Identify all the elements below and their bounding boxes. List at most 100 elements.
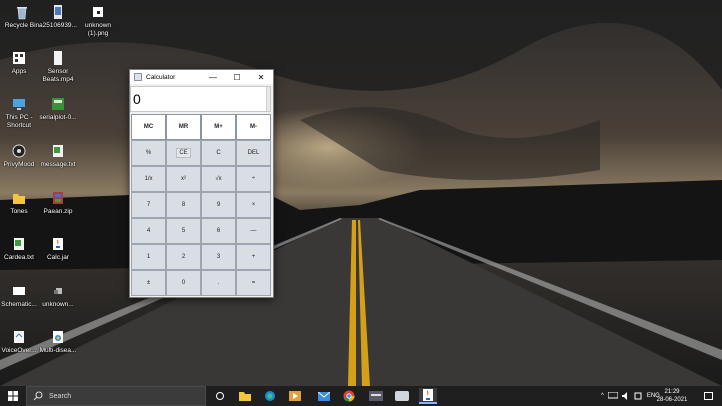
zip-file-icon xyxy=(50,190,66,206)
java-calculator-icon[interactable] xyxy=(419,388,437,404)
voiceover-file-icon xyxy=(11,329,27,345)
key-button[interactable]: . xyxy=(201,270,236,296)
key-button[interactable]: C xyxy=(201,140,236,166)
show-hidden-icons-chevron-icon[interactable]: ^ xyxy=(601,393,604,399)
notifications-icon[interactable] xyxy=(700,386,716,406)
key-label: 1/x xyxy=(144,176,153,182)
task-view-icon[interactable] xyxy=(211,388,229,404)
key-label: ÷ xyxy=(251,176,256,182)
calculator-app-icon xyxy=(134,73,142,81)
key-button[interactable]: x² xyxy=(166,166,201,192)
desktop-wallpaper xyxy=(0,0,722,386)
taskbar-search-box[interactable]: Search xyxy=(26,386,206,406)
tones-folder-icon xyxy=(11,190,27,206)
key-button[interactable]: √x xyxy=(201,166,236,192)
key-label: 1 xyxy=(146,254,151,260)
desktop-icon-multi-disease[interactable]: Multi-disea... xyxy=(36,329,80,355)
key-button[interactable]: ± xyxy=(131,270,166,296)
key-button[interactable]: M- xyxy=(236,114,271,140)
key-label: x² xyxy=(181,176,186,182)
desktop-icon-png-file[interactable]: unknown (1).png xyxy=(76,4,120,38)
text-file-icon xyxy=(50,143,66,159)
key-label: 2 xyxy=(181,254,186,260)
this-pc-icon xyxy=(11,96,27,112)
key-button[interactable]: MR xyxy=(166,114,201,140)
keypad: MC MR M+ M-% CE C DEL 1/x x² √x ÷ 7 8 9 × 4 5 6 — 1 2 3 + ±0. = xyxy=(131,114,273,296)
key-label: ± xyxy=(146,280,151,286)
desktop-icon-video-file[interactable]: Sensor Beats.mp4 xyxy=(36,50,80,84)
minimize-button[interactable]: — xyxy=(201,70,225,84)
key-button[interactable]: 4 xyxy=(131,218,166,244)
key-label: — xyxy=(250,228,257,234)
display-scrollbar[interactable] xyxy=(266,87,270,111)
key-label: 3 xyxy=(216,254,221,260)
key-button[interactable]: 8 xyxy=(166,192,201,218)
key-button[interactable]: CE xyxy=(166,140,201,166)
desktop-icon-schematic[interactable]: Schematic... xyxy=(0,283,41,309)
key-label: 0 xyxy=(181,280,186,286)
apps-folder-icon xyxy=(11,50,27,66)
key-button[interactable]: 5 xyxy=(166,218,201,244)
desktop-icon-cardea-txt[interactable]: Cardea.txt xyxy=(0,236,41,262)
key-button[interactable]: % xyxy=(131,140,166,166)
key-label: 6 xyxy=(216,228,221,234)
key-button[interactable]: 1 xyxy=(131,244,166,270)
key-button[interactable]: 2 xyxy=(166,244,201,270)
volume-icon[interactable] xyxy=(621,392,631,400)
calculator-titlebar[interactable]: Calculator — ☐ ✕ xyxy=(130,70,273,84)
key-button[interactable]: 9 xyxy=(201,192,236,218)
taskbar: Search ^ ENG 21:29 28-06-2021 xyxy=(0,386,722,406)
key-label: + xyxy=(251,254,256,260)
desktop-icon-calc-jar[interactable]: Calc.jar xyxy=(36,236,80,262)
key-button[interactable]: ÷ xyxy=(236,166,271,192)
taskbar-clock[interactable]: 21:29 28-06-2021 xyxy=(652,388,692,404)
clock-time: 21:29 xyxy=(664,389,680,395)
network-icon[interactable] xyxy=(607,392,618,400)
mail-icon[interactable] xyxy=(315,388,333,404)
recycle-bin-icon xyxy=(14,4,30,20)
edge-icon[interactable] xyxy=(261,388,279,404)
key-button[interactable]: — xyxy=(236,218,271,244)
desktop-icon-voiceover[interactable]: VoiceOver... xyxy=(0,329,41,355)
maximize-button[interactable]: ☐ xyxy=(225,70,249,84)
key-button[interactable]: 7 xyxy=(131,192,166,218)
windows-logo-icon xyxy=(8,391,18,401)
desktop-icon-this-pc[interactable]: This PC - Shortcut xyxy=(0,96,41,130)
media-player-icon[interactable] xyxy=(286,388,304,404)
desktop-icon-image-file[interactable]: a25106939... xyxy=(36,4,80,30)
desktop-icon-tones[interactable]: Tones xyxy=(0,190,41,216)
key-label: 7 xyxy=(146,202,151,208)
multi-disease-file-icon xyxy=(50,329,66,345)
png-file-icon xyxy=(90,4,106,20)
desktop-icon-unknown[interactable]: unknown... xyxy=(36,283,80,309)
calculator-display: 0 xyxy=(130,86,271,112)
key-button[interactable]: 3 xyxy=(201,244,236,270)
desktop-icon-privymood[interactable]: PrivyMood xyxy=(0,143,41,169)
key-button[interactable]: 0 xyxy=(166,270,201,296)
desktop-icon-paean-zip[interactable]: Paean.zip xyxy=(36,190,80,216)
desktop-icon-apps[interactable]: Apps xyxy=(0,50,41,76)
search-placeholder: Search xyxy=(49,392,72,400)
desktop-icon-message-txt[interactable]: message.txt xyxy=(36,143,80,169)
desktop-icon-serialplot[interactable]: serialplot-0... xyxy=(36,96,80,122)
key-button[interactable]: MC xyxy=(131,114,166,140)
key-button[interactable]: = xyxy=(236,270,271,296)
close-button[interactable]: ✕ xyxy=(249,70,273,84)
key-label: 9 xyxy=(216,202,221,208)
chrome-icon[interactable] xyxy=(340,388,358,404)
key-button[interactable]: 1/x xyxy=(131,166,166,192)
battery-icon[interactable] xyxy=(634,392,642,400)
start-button[interactable] xyxy=(3,386,23,406)
key-label: MR xyxy=(178,124,189,130)
calculator-window[interactable]: Calculator — ☐ ✕ 0 MC MR M+ M-% CE C DEL 1/x x² √… xyxy=(129,69,274,298)
display-value: 0 xyxy=(133,91,141,107)
key-button[interactable]: × xyxy=(236,192,271,218)
key-button[interactable]: + xyxy=(236,244,271,270)
key-label: 8 xyxy=(181,202,186,208)
key-button[interactable]: M+ xyxy=(201,114,236,140)
device-app-icon[interactable] xyxy=(393,388,411,404)
key-button[interactable]: 6 xyxy=(201,218,236,244)
terminal-icon[interactable] xyxy=(367,388,385,404)
key-button[interactable]: DEL xyxy=(236,140,271,166)
file-explorer-icon[interactable] xyxy=(236,388,254,404)
